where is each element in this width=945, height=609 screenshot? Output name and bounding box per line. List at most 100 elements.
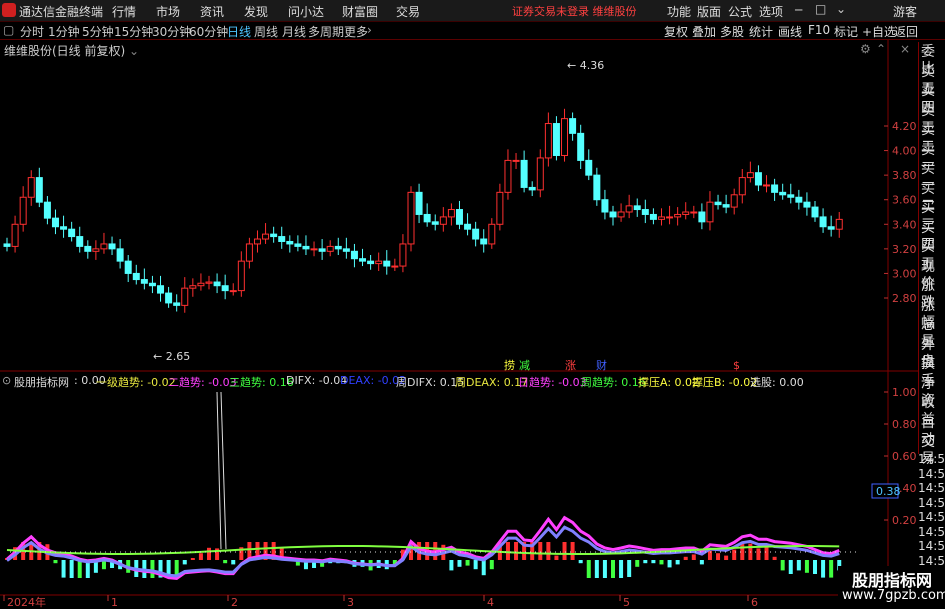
indicator-name[interactable]: 股朋指标网 (14, 374, 69, 390)
period-more[interactable]: 更多 (344, 23, 368, 40)
btn-overlay[interactable]: 叠加 (692, 23, 716, 40)
menu-function[interactable]: 功能 (667, 3, 691, 20)
hist-bar (578, 560, 583, 564)
candle (520, 159, 528, 188)
time-2: 14:56 (918, 481, 945, 495)
menu-options[interactable]: 选项 (759, 3, 783, 20)
maximize-icon[interactable]: □ (815, 2, 826, 16)
price-tick-label: 4.00 (892, 145, 917, 158)
candle (439, 216, 447, 225)
indicator-select: 选股: 0.00 (750, 376, 804, 389)
candle (536, 157, 544, 191)
btn-multi-stock[interactable]: 多股 (720, 23, 744, 40)
candle (811, 206, 819, 218)
menu-discover[interactable]: 发现 (244, 3, 268, 20)
candle (722, 204, 730, 208)
candle (165, 292, 173, 304)
menu-ask[interactable]: 问小达 (288, 3, 324, 20)
candle (706, 201, 714, 223)
btn-mark[interactable]: 标记 (834, 23, 858, 40)
btn-draw[interactable]: 画线 (778, 23, 802, 40)
candle (84, 245, 92, 252)
hist-bar (756, 548, 761, 560)
menu-layout[interactable]: 版面 (697, 3, 721, 20)
hist-bar (772, 556, 777, 560)
price-tick-label: 3.00 (892, 267, 917, 280)
date-label: 4 (487, 596, 494, 609)
btn-stats[interactable]: 统计 (749, 23, 773, 40)
period-60min[interactable]: 60分钟 (189, 23, 228, 40)
period-30min[interactable]: 30分钟 (152, 23, 191, 40)
candle (795, 196, 803, 203)
hist-bar (675, 560, 680, 565)
high-label: ← 4.36 (567, 59, 604, 72)
candle (552, 123, 560, 156)
date-label: 2 (231, 596, 238, 609)
kline-chart[interactable]: 4.20 4.00 3.80 3.60 3.40 3.20 3.00 2.80 1.00 0.80… (0, 40, 918, 609)
hist-bar (231, 560, 236, 565)
menu-dropdown-icon[interactable]: ⌄ (836, 2, 846, 16)
time-3: 14:56 (918, 495, 945, 510)
candle (528, 186, 536, 191)
period-daily[interactable]: 日线 (227, 23, 251, 40)
guest-label[interactable]: 游客 (893, 3, 917, 20)
period-monthly[interactable]: 月线 (282, 23, 306, 40)
candle (157, 285, 165, 294)
period-1min[interactable]: 1分钟 (48, 23, 80, 40)
btn-adjust[interactable]: 复权 (664, 23, 688, 40)
hist-bar (611, 560, 615, 578)
period-15min[interactable]: 15分钟 (114, 23, 153, 40)
candle (326, 245, 334, 252)
back-icon[interactable]: ▢ (3, 23, 14, 37)
hist-bar (651, 560, 656, 564)
minimize-icon[interactable]: ─ (795, 3, 802, 17)
date-label: 6 (751, 596, 758, 609)
candle (35, 177, 43, 203)
period-weekly[interactable]: 周线 (254, 23, 278, 40)
indicator-trend1: 一级趋势: -0.02 (96, 376, 176, 389)
candle (512, 159, 520, 162)
candle (173, 302, 181, 306)
menu-wealth[interactable]: 财富圈 (342, 3, 378, 20)
period-multi[interactable]: 多周期 (308, 23, 344, 40)
candle (496, 191, 504, 225)
candle (213, 281, 221, 287)
menu-trade[interactable]: 交易 (396, 3, 420, 20)
login-notice[interactable]: 证券交易未登录 维维股份 (512, 3, 637, 19)
candle (391, 265, 399, 268)
candle (318, 248, 326, 252)
app-title: 通达信金融终端 (19, 5, 104, 19)
candle (754, 172, 762, 186)
menu-quotes[interactable]: 行情 (112, 3, 136, 20)
hist-bar (691, 554, 696, 560)
indicator-header: ⊙ 股朋指标网 : 0.00 一级趋势: -0.02 二趋势: -0.03 三趋… (0, 373, 890, 389)
candle (569, 118, 577, 134)
period-timeshare[interactable]: 分时 (20, 23, 44, 40)
btn-add-favorite[interactable]: +自选 (862, 23, 896, 40)
price-tick-label: 3.20 (892, 243, 917, 256)
indicator-settings-icon[interactable]: ⊙ (2, 374, 11, 387)
candle (593, 174, 601, 201)
candle (601, 199, 609, 213)
candle (415, 191, 423, 215)
btn-return[interactable]: 返回 (894, 23, 918, 40)
candle (472, 228, 480, 240)
chevron-right-icon[interactable]: › (367, 23, 372, 37)
hist-bar (707, 550, 712, 560)
candle (359, 258, 367, 262)
candle (447, 209, 455, 218)
menu-news[interactable]: 资讯 (200, 3, 224, 20)
btn-f10[interactable]: F10 (808, 23, 830, 37)
menu-market[interactable]: 市场 (156, 3, 180, 20)
spike-line (220, 391, 227, 550)
period-5min[interactable]: 5分钟 (82, 23, 114, 40)
candle (286, 240, 294, 245)
indicator-difx: DIFX: -0.04 (286, 374, 348, 387)
candle (197, 282, 205, 287)
menu-formula[interactable]: 公式 (728, 3, 752, 20)
candle (221, 285, 229, 292)
candle (278, 236, 286, 242)
ind-tick-label: 0.20 (892, 514, 917, 527)
indicator-support-a: 撑压A: 0.02 (638, 376, 700, 389)
hist-bar (732, 549, 737, 560)
